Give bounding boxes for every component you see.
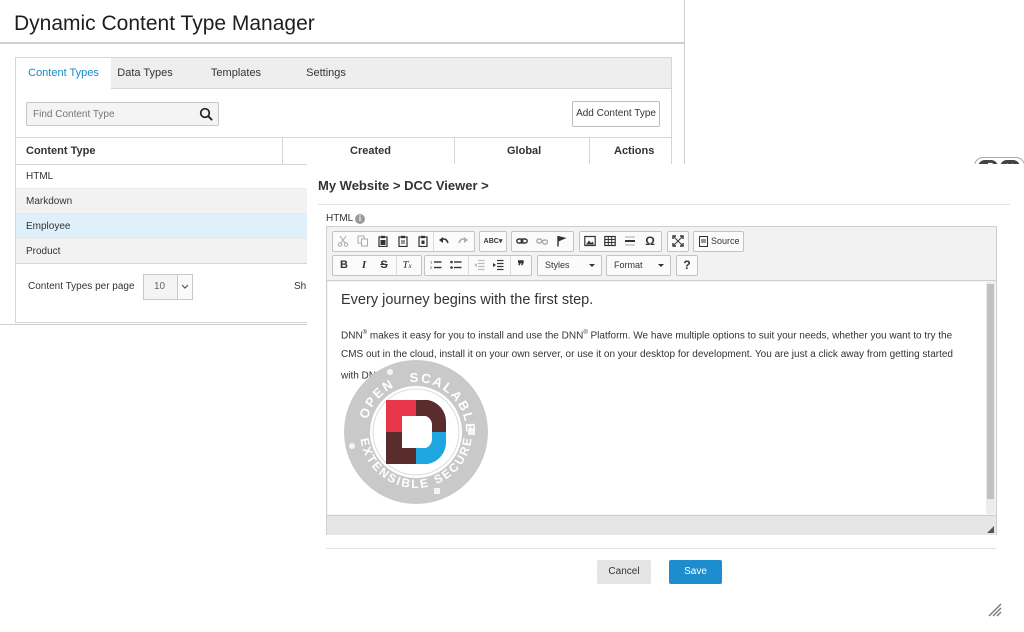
unlink-icon[interactable] <box>532 232 552 251</box>
chevron-down-icon[interactable] <box>177 275 192 299</box>
italic-icon[interactable]: I <box>354 256 374 275</box>
clipboard-group <box>332 231 475 252</box>
styles-dropdown[interactable]: Styles <box>537 255 602 276</box>
spellcheck-icon[interactable]: ABC▾ <box>482 232 504 251</box>
html-field-label: HTML <box>326 213 354 224</box>
list-indent-group: 12 ❞ <box>424 255 532 276</box>
resize-handle-icon[interactable] <box>987 526 994 533</box>
content-type-search[interactable] <box>26 102 219 126</box>
outdent-icon[interactable] <box>468 256 489 275</box>
anchor-flag-icon[interactable] <box>552 232 572 251</box>
special-char-icon[interactable]: Ω <box>640 232 660 251</box>
info-icon[interactable]: i <box>355 214 365 224</box>
cancel-button[interactable]: Cancel <box>597 560 651 584</box>
editor-status-bar <box>327 515 996 535</box>
paste-icon[interactable] <box>373 232 393 251</box>
source-button-label: Source <box>711 236 740 246</box>
add-content-type-button[interactable]: Add Content Type <box>572 101 660 127</box>
cut-icon[interactable] <box>333 232 353 251</box>
source-icon <box>699 236 708 247</box>
table-icon[interactable] <box>600 232 620 251</box>
title-divider <box>0 42 684 44</box>
tab-content-types[interactable]: Content Types <box>16 58 111 89</box>
editor-content-area[interactable]: Every journey begins with the first step… <box>328 282 986 514</box>
breadcrumb: My Website > DCC Viewer > <box>318 178 489 193</box>
format-dropdown-label: Format <box>614 260 643 270</box>
chevron-down-icon <box>658 264 664 267</box>
save-button[interactable]: Save <box>669 560 722 584</box>
basic-styles-group: B I S Tx <box>332 255 422 276</box>
table-header: Content Type Created Global Actions <box>16 137 671 165</box>
svg-text:1: 1 <box>430 260 433 265</box>
bold-icon[interactable]: B <box>334 256 354 275</box>
content-heading: Every journey begins with the first step… <box>341 292 594 308</box>
horizontal-rule-icon[interactable] <box>620 232 640 251</box>
per-page-value: 10 <box>154 281 166 292</box>
svg-text:2: 2 <box>430 265 433 270</box>
tab-templates[interactable]: Templates <box>199 58 273 88</box>
scroll-thumb[interactable] <box>987 284 994 499</box>
numbered-list-icon[interactable]: 12 <box>426 256 446 275</box>
editor-scrollbar[interactable] <box>986 282 995 514</box>
blockquote-icon[interactable]: ❞ <box>510 256 531 275</box>
column-header-content-type[interactable]: Content Type <box>26 138 95 164</box>
maximize-icon[interactable] <box>668 232 688 251</box>
indent-icon[interactable] <box>488 256 508 275</box>
remove-format-icon[interactable]: Tx <box>396 256 417 275</box>
search-icon[interactable] <box>199 107 213 121</box>
format-dropdown[interactable]: Format <box>606 255 671 276</box>
chevron-down-icon <box>589 264 595 267</box>
per-page-select[interactable]: 10 <box>143 274 193 300</box>
image-icon[interactable] <box>580 232 600 251</box>
redo-icon[interactable] <box>453 232 473 251</box>
dcc-viewer-modal: My Website > DCC Viewer > HTML i ABC▾ Ω … <box>307 164 1024 632</box>
tab-settings[interactable]: Settings <box>286 58 366 88</box>
modal-resize-grip-icon[interactable] <box>986 601 1002 617</box>
copy-icon[interactable] <box>353 232 373 251</box>
strikethrough-icon[interactable]: S <box>374 256 394 275</box>
title-divider <box>318 204 1010 205</box>
footer-divider <box>326 548 996 549</box>
undo-icon[interactable] <box>433 232 454 251</box>
spellcheck-group: ABC▾ <box>479 231 507 252</box>
pager-summary: Sh <box>294 281 307 292</box>
link-group <box>511 231 574 252</box>
source-group[interactable]: Source <box>693 231 744 252</box>
page-title: Dynamic Content Type Manager <box>14 12 315 35</box>
search-input[interactable] <box>33 106 193 122</box>
rich-text-editor: ABC▾ Ω Source B I S Tx 1 2 ❞ Styles Form… <box>326 226 997 535</box>
link-icon[interactable] <box>512 232 532 251</box>
insert-group: Ω <box>579 231 662 252</box>
styles-dropdown-label: Styles <box>545 260 570 270</box>
per-page-label: Content Types per page <box>28 281 135 292</box>
tab-data-types[interactable]: Data Types <box>111 58 179 88</box>
editor-toolbar: ABC▾ Ω Source B I S Tx 1 2 ❞ Styles Form… <box>327 227 996 281</box>
help-icon[interactable]: ? <box>677 256 697 275</box>
paste-word-icon[interactable] <box>413 232 433 251</box>
help-group: ? <box>676 255 698 276</box>
column-header-actions: Actions <box>614 145 655 157</box>
paste-text-icon[interactable] <box>393 232 413 251</box>
bullet-list-icon[interactable] <box>446 256 466 275</box>
dnn-logo-badge-image: OPEN SCALABLE EXTENSIBLE SECURE <box>344 360 488 504</box>
tab-bar: Content Types Data Types Templates Setti… <box>16 58 671 89</box>
maximize-group <box>667 231 689 252</box>
column-header-global[interactable]: Global <box>507 138 541 164</box>
column-header-created[interactable]: Created <box>350 138 391 164</box>
